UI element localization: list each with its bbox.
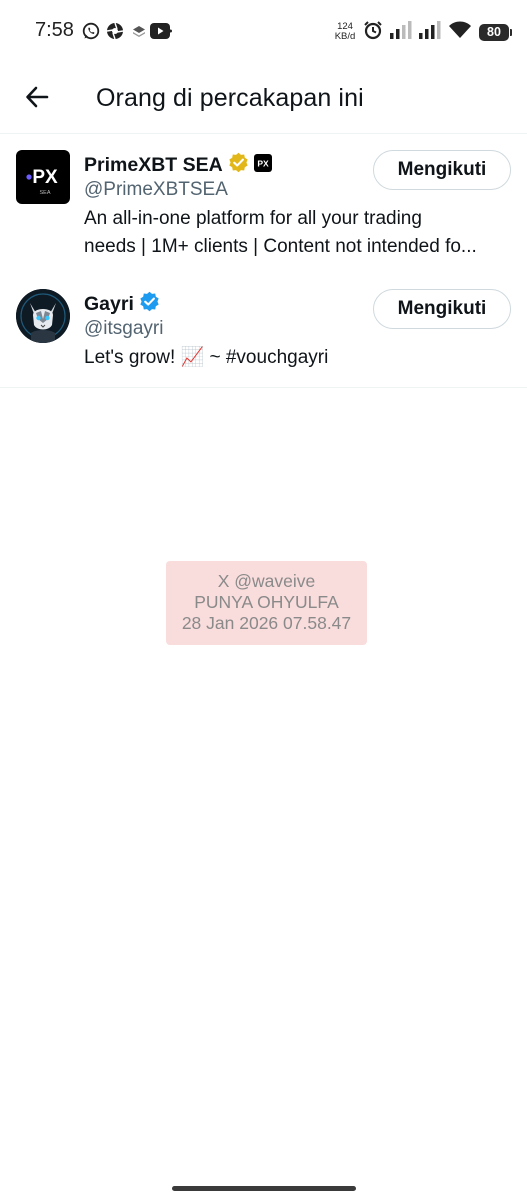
list-divider bbox=[0, 387, 527, 388]
avatar-logo-subtext: SEA bbox=[39, 190, 50, 196]
status-time: 7:58 bbox=[35, 19, 74, 41]
whatsapp-icon bbox=[82, 22, 100, 45]
signal-icon bbox=[419, 20, 441, 44]
back-button[interactable] bbox=[18, 80, 56, 118]
arrow-left-icon bbox=[24, 84, 50, 115]
home-indicator[interactable] bbox=[172, 1186, 356, 1191]
avatar[interactable] bbox=[16, 289, 70, 343]
network-speed: 124 KB/d bbox=[334, 22, 356, 42]
alarm-icon bbox=[363, 20, 383, 45]
signal-icon bbox=[390, 20, 412, 44]
user-bio: An all-in-one platform for all your trad… bbox=[84, 205, 509, 261]
user-name: Gayri bbox=[84, 292, 134, 315]
verified-gold-icon bbox=[228, 152, 249, 178]
user-bio-line: needs | 1M+ clients | Content not intend… bbox=[84, 236, 477, 257]
status-bar: 7:58 124 KB/d 80 bbox=[0, 0, 527, 62]
following-button[interactable]: Mengikuti bbox=[373, 150, 511, 190]
watermark-line: PUNYA OHYULFA bbox=[194, 592, 339, 612]
watermark-line: 28 Jan 2026 07.58.47 bbox=[181, 613, 352, 633]
app-header: Orang di percakapan ini bbox=[0, 62, 527, 134]
affiliate-badge-icon: PX bbox=[253, 153, 272, 177]
user-bio-line: An all-in-one platform for all your trad… bbox=[84, 208, 422, 229]
user-name: PrimeXBT SEA bbox=[84, 153, 223, 176]
wifi-icon bbox=[448, 21, 472, 44]
net-speed-unit: KB/d bbox=[334, 31, 356, 42]
page-title: Orang di percakapan ini bbox=[96, 84, 364, 112]
camera-shutter-icon bbox=[106, 22, 124, 45]
watermark-line: X @waveive bbox=[217, 571, 316, 591]
user-row-primexbt[interactable]: PX SEA PrimeXBT SEA PX @PrimeXBTSEA An a… bbox=[0, 134, 527, 257]
avatar-logo-text: PX bbox=[32, 167, 58, 188]
avatar[interactable]: PX SEA bbox=[16, 150, 70, 204]
user-row-gayri[interactable]: Gayri @itsgayri Let's grow! 📈 ~ #vouchga… bbox=[0, 274, 527, 386]
layers-icon bbox=[132, 25, 146, 44]
status-right-group: 124 KB/d 80 bbox=[334, 18, 512, 46]
battery-icon: 80 bbox=[479, 23, 512, 41]
verified-blue-icon bbox=[139, 291, 160, 317]
user-bio: Let's grow! 📈 ~ #vouchgayri bbox=[84, 347, 329, 368]
affiliate-badge-text: PX bbox=[257, 158, 269, 168]
youtube-icon bbox=[150, 23, 172, 44]
watermark: X @waveive PUNYA OHYULFA 28 Jan 2026 07.… bbox=[166, 561, 367, 645]
following-button[interactable]: Mengikuti bbox=[373, 289, 511, 329]
